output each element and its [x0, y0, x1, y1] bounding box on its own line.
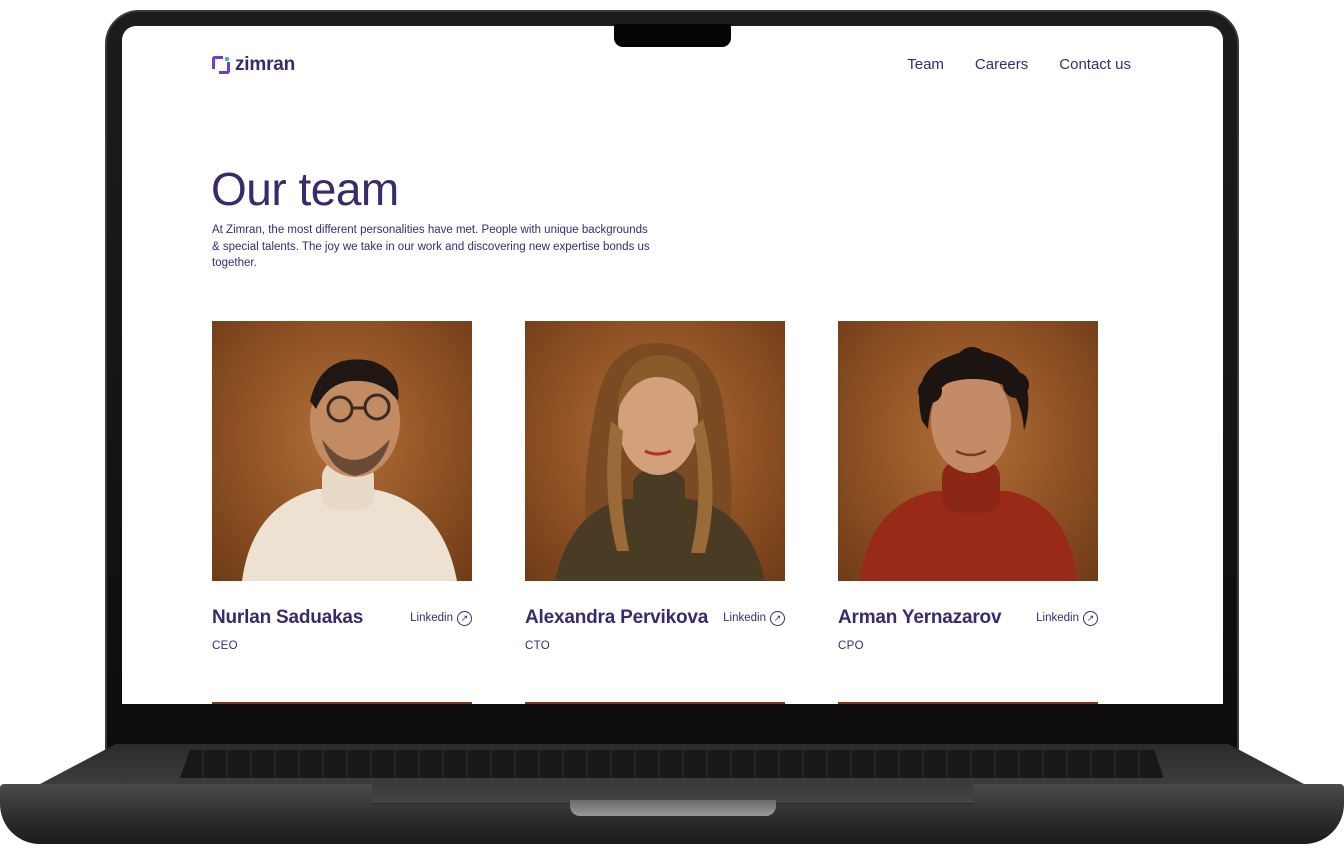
team-member-card: Arman Yernazarov Linkedin ↗ CPO: [838, 321, 1098, 652]
laptop-screen: zimran Team Careers Contact us Our team …: [122, 26, 1223, 704]
team-member-name: Nurlan Saduakas: [212, 607, 364, 628]
portrait-illustration: [860, 347, 1078, 581]
laptop-base: [0, 744, 1344, 852]
website: zimran Team Careers Contact us Our team …: [122, 26, 1223, 704]
arrow-up-right-circle-icon: ↗: [1083, 610, 1098, 626]
logo-mark-icon: [212, 56, 230, 74]
linkedin-link[interactable]: Linkedin ↗: [410, 610, 472, 626]
lid-opening-notch: [570, 800, 776, 816]
camera-notch: [614, 24, 731, 47]
next-row-photos-edge: [212, 702, 1098, 704]
portrait-illustration: [555, 342, 765, 581]
portrait-illustration: [242, 359, 457, 581]
page-title: Our team: [211, 163, 399, 215]
team-member-name: Arman Yernazarov: [838, 607, 1002, 628]
logo[interactable]: zimran: [212, 54, 295, 76]
linkedin-link[interactable]: Linkedin ↗: [1036, 610, 1098, 626]
team-member-role: CPO: [838, 640, 864, 652]
nav-link-team[interactable]: Team: [907, 56, 944, 73]
linkedin-link-label: Linkedin: [723, 612, 766, 624]
linkedin-link-label: Linkedin: [410, 612, 453, 624]
team-grid: Nurlan Saduakas Linkedin ↗ CEO Alexandra…: [212, 321, 1098, 652]
nav-link-careers[interactable]: Careers: [975, 56, 1028, 73]
nav-link-contact-us[interactable]: Contact us: [1059, 56, 1131, 73]
nav-links: Team Careers Contact us: [907, 56, 1131, 73]
team-member-name: Alexandra Pervikova: [525, 607, 709, 628]
linkedin-link-label: Linkedin: [1036, 612, 1079, 624]
team-member-photo: [212, 321, 472, 581]
team-member-role: CTO: [525, 640, 550, 652]
laptop-mockup: zimran Team Careers Contact us Our team …: [0, 0, 1344, 852]
team-member-card: Nurlan Saduakas Linkedin ↗ CEO: [212, 321, 472, 652]
arrow-up-right-circle-icon: ↗: [457, 610, 472, 626]
team-member-role: CEO: [212, 640, 238, 652]
linkedin-link[interactable]: Linkedin ↗: [723, 610, 785, 626]
page-description: At Zimran, the most different personalit…: [212, 224, 650, 269]
arrow-up-right-circle-icon: ↗: [770, 610, 785, 626]
logo-text: zimran: [235, 54, 296, 75]
team-member-card: Alexandra Pervikova Linkedin ↗ CTO: [525, 321, 785, 652]
team-member-photo: [838, 321, 1098, 581]
team-member-photo: [525, 321, 785, 581]
keyboard: [180, 750, 1164, 778]
